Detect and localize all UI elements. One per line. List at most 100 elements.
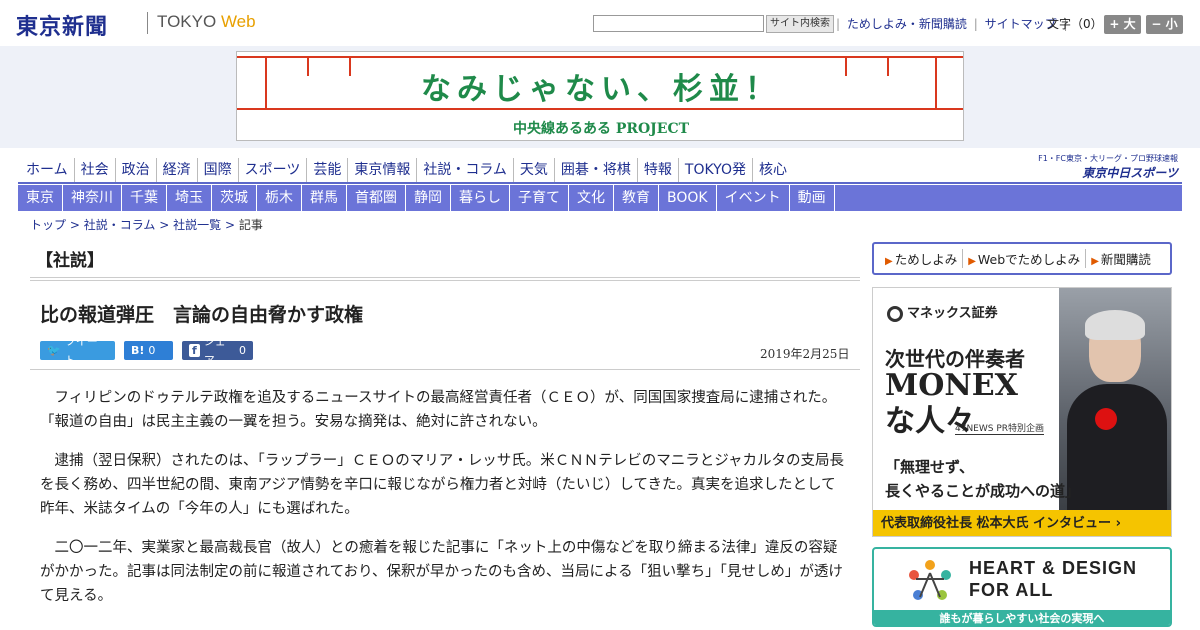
heart-design-logo-icon [909,560,951,600]
facebook-icon: f [189,344,200,357]
breadcrumb-separator: > [159,218,170,232]
sitemap-link[interactable]: サイトマップ [985,17,1057,31]
hatena-bookmark-icon: B! [131,344,145,357]
font-size-smaller-button[interactable]: − 小 [1146,15,1183,34]
facebook-share-button[interactable]: f シェア 0 [182,335,253,367]
local-nav-video[interactable]: 動画 [790,185,835,211]
arrow-right-icon: ▶ [968,256,976,267]
local-nav-tochigi[interactable]: 栃木 [257,185,302,211]
breadcrumb-editorial-column[interactable]: 社説・コラム [84,218,156,232]
monex-quote-line: 「無理せず、 [885,458,974,476]
nav-society[interactable]: 社会 [75,158,116,182]
font-size-label: 文字（0） [1047,17,1103,31]
util-separator: | [836,17,841,31]
banner-grid-line [237,56,963,58]
heart-design-title: HEART & DESIGN FOR ALL [969,557,1137,601]
article-paragraph: 逮捕（翌日保釈）されたのは、「ラップラー」ＣＥＯのマリア・レッサ氏。米ＣＮＮテレ… [40,453,845,517]
local-nav-tokyo[interactable]: 東京 [18,185,63,211]
font-size-larger-button[interactable]: + 大 [1104,15,1141,34]
util-separator: | [973,17,978,31]
article-paragraph: フィリピンのドゥテルテ政権を追及するニュースサイトの最高経営責任者（ＣＥＯ）が、… [40,390,837,430]
photo-corsage [1095,408,1117,430]
nav-weather[interactable]: 天気 [514,158,555,182]
photo-person-body [1067,384,1167,510]
hatena-count: 0 [148,344,156,357]
breadcrumb-editorial-list[interactable]: 社説一覧 [173,218,221,232]
local-nav-gunma[interactable]: 群馬 [302,185,347,211]
local-nav-ibaraki[interactable]: 茨城 [212,185,257,211]
logo-tokyo-text: TOKYO [157,12,217,31]
local-nav-shutoken[interactable]: 首都圏 [347,185,406,211]
suginami-banner-ad[interactable]: なみじゃない、杉並！ 中央線あるある PROJECT [236,51,964,141]
banner-grid-line [237,108,963,110]
local-nav-kanagawa[interactable]: 神奈川 [63,185,122,211]
monex-interview-link[interactable]: 代表取締役社長 松本大氏 インタビュー › [873,510,1171,536]
local-nav-living[interactable]: 暮らし [451,185,510,211]
monex-pr-tag: 47NEWS PR特別企画 [955,421,1045,435]
heart-title-line: FOR ALL [969,580,1054,600]
chunichi-sports-link[interactable]: F1・FC東京・大リーグ・プロ野球速報 東京中日スポーツ [1026,153,1178,181]
nav-economy[interactable]: 経済 [157,158,198,182]
share-bar: 🐦 ツイート B! 0 f シェア 0 [40,335,253,367]
nav-divider [18,182,1182,184]
tokyo-web-logo[interactable]: TOKYO Web [157,12,256,32]
nav-core[interactable]: 核心 [753,158,793,182]
local-nav-education[interactable]: 教育 [614,185,659,211]
site-search-button[interactable]: サイト内検索 [766,15,834,33]
arrow-right-icon: ▶ [1091,256,1099,267]
chunichi-sports-logo: 東京中日スポーツ [1082,166,1178,180]
subscribe-link[interactable]: ▶ 新聞購読 [1086,249,1156,268]
nav-tokyo-hatsu[interactable]: TOKYO発 [679,158,753,182]
twitter-icon: 🐦 [47,344,61,357]
local-nav-parenting[interactable]: 子育て [510,185,569,211]
local-nav-book[interactable]: BOOK [659,185,717,211]
local-nav-saitama[interactable]: 埼玉 [167,185,212,211]
section-title: 【社説】 [36,251,104,271]
breadcrumb-separator: > [69,218,80,232]
global-nav: ホーム 社会 政治 経済 国際 スポーツ 芸能 東京情報 社説・コラム 天気 囲… [18,158,793,182]
banner-title: なみじゃない、杉並！ [421,72,781,107]
breadcrumb-current: 記事 [238,218,263,232]
monex-logo-icon [887,305,903,322]
heart-design-ad[interactable]: HEART & DESIGN FOR ALL 誰もが暮らしやすい社会の実現へ [872,547,1172,627]
nav-politics[interactable]: 政治 [116,158,157,182]
article-paragraph: 二〇一二年、実業家と最高裁長官（故人）との癒着を報じた記事に「ネット上の中傷など… [40,540,843,604]
tweet-label: ツイート [64,334,98,367]
local-nav-chiba[interactable]: 千葉 [122,185,167,211]
logo-web-text: Web [220,12,256,31]
section-header: 【社説】 [30,243,860,281]
banner-subtitle: 中央線あるある PROJECT [512,121,690,137]
nav-entertainment[interactable]: 芸能 [307,158,349,182]
nav-tokyo-info[interactable]: 東京情報 [348,158,418,182]
hatena-bookmark-button[interactable]: B! 0 [124,341,173,360]
web-trial-reading-link[interactable]: ▶ Webでためしよみ [963,249,1087,268]
nav-international[interactable]: 国際 [198,158,239,182]
trial-subscribe-link[interactable]: ためしよみ・新聞購読 [847,17,967,31]
nav-special-report[interactable]: 特報 [638,158,679,182]
trial-reading-link[interactable]: ▶ ためしよみ [880,249,964,268]
article-title: 比の報道弾圧 言論の自由脅かす政権 [40,304,364,326]
site-search-input[interactable] [593,15,764,32]
heart-title-line: HEART & DESIGN [969,558,1138,578]
nav-go-shogi[interactable]: 囲碁・将棋 [555,158,638,182]
local-nav-event[interactable]: イベント [717,185,790,211]
tweet-button[interactable]: 🐦 ツイート [40,335,115,367]
monex-quote-line: 長くやることが成功への道」 [885,482,1081,500]
nav-home[interactable]: ホーム [18,158,75,182]
arrow-right-icon: ▶ [885,256,893,267]
local-nav-shizuoka[interactable]: 静岡 [406,185,451,211]
local-nav-culture[interactable]: 文化 [569,185,614,211]
utility-links: | ためしよみ・新聞購読 | サイトマップ | [833,15,1070,33]
breadcrumb-separator: > [224,218,235,232]
nav-editorial-column[interactable]: 社説・コラム [417,158,514,182]
banner-area: なみじゃない、杉並！ 中央線あるある PROJECT [0,46,1200,148]
nav-sports[interactable]: スポーツ [239,158,308,182]
facebook-share-count: 0 [239,344,246,357]
web-trial-reading-label: Webでためしよみ [977,252,1081,267]
breadcrumb: トップ > 社説・コラム > 社説一覧 > 記事 [30,217,263,233]
breadcrumb-top[interactable]: トップ [30,218,66,232]
monex-quote: 「無理せず、 長くやることが成功への道」 [885,455,1080,503]
monex-ad[interactable]: マネックス証券 次世代の伴奏者 MONEXな人々 47NEWS PR特別企画 「… [872,287,1172,537]
logo-divider [147,12,148,34]
tokyo-shimbun-logo[interactable]: 東京新聞 [16,9,108,41]
